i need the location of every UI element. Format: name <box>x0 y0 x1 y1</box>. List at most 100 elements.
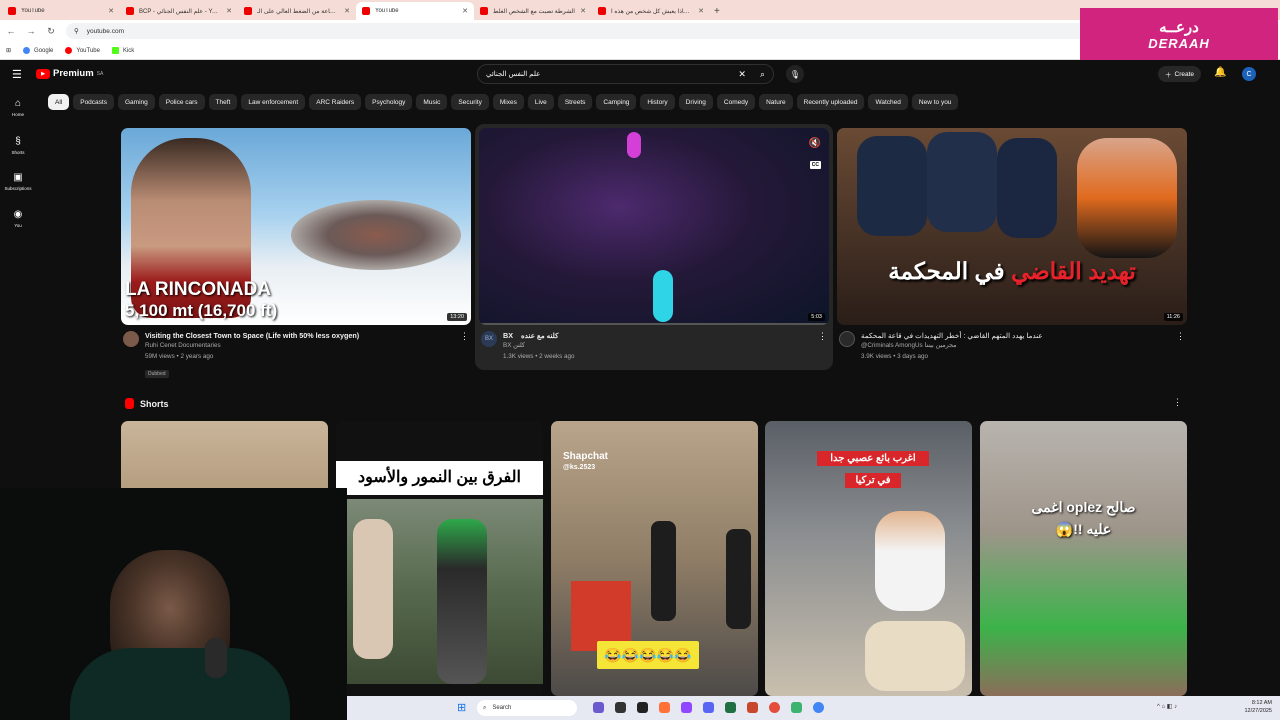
copilot-icon[interactable] <box>593 702 604 713</box>
clear-search-icon[interactable]: ✕ <box>738 69 746 80</box>
video-card[interactable]: تهديد القاضي في المحكمة 11:26 عندما يهدد… <box>837 128 1187 362</box>
search-input[interactable]: علم النفس الجنائي ✕ ⌕ <box>477 64 774 84</box>
filter-chip[interactable]: Comedy <box>716 94 756 110</box>
filter-chip[interactable]: Psychology <box>365 94 413 110</box>
apps-grid-icon[interactable]: ⊞ <box>6 47 11 54</box>
filter-chip[interactable]: Mixes <box>492 94 524 110</box>
video-preview-player[interactable]: 🔇 CC 5:03 <box>479 128 829 325</box>
create-button[interactable]: ＋ Create <box>1158 66 1202 82</box>
more-options-icon[interactable]: ⋮ <box>1173 397 1182 408</box>
filter-chip[interactable]: Podcasts <box>73 94 114 110</box>
discord-icon[interactable] <box>703 702 714 713</box>
account-avatar[interactable]: C <box>1242 67 1256 81</box>
more-options-icon[interactable]: ⋮ <box>1176 331 1185 342</box>
channel-avatar[interactable]: BX <box>481 331 497 347</box>
filter-chip[interactable]: Theft <box>208 94 238 110</box>
firefox-icon[interactable] <box>659 702 670 713</box>
filter-chip[interactable]: History <box>640 94 675 110</box>
filter-chip[interactable]: Music <box>416 94 448 110</box>
filter-chip[interactable]: Nature <box>759 94 793 110</box>
filter-chip[interactable]: All <box>48 94 70 110</box>
start-windows-icon[interactable]: ⊞ <box>457 701 466 714</box>
short-card[interactable]: الفرق بين النمور والأسود <box>336 421 543 696</box>
close-tab-icon[interactable]: ✕ <box>462 7 468 15</box>
new-tab-icon[interactable]: + <box>714 6 720 17</box>
video-title[interactable]: عندما يهدد المتهم القاضي : أخطر التهديدا… <box>861 331 1187 341</box>
twitch-icon[interactable] <box>681 702 692 713</box>
filter-chip[interactable]: Law enforcement <box>241 94 306 110</box>
town-illustration <box>291 200 461 270</box>
mute-icon[interactable]: 🔇 <box>809 138 821 149</box>
app-icon[interactable] <box>791 702 802 713</box>
short-card[interactable]: صالح oplez اغمى عليه !!😱 <box>980 421 1187 696</box>
forward-icon[interactable]: → <box>26 26 36 36</box>
video-card[interactable]: LA RINCONADA 5,100 mt (16,700 ft) 13:20 … <box>121 128 471 380</box>
video-title[interactable]: Visiting the Closest Town to Space (Life… <box>145 331 471 341</box>
video-title[interactable]: BX كلنه مع عنده <box>503 331 829 341</box>
taskbar-clock[interactable]: 8:12 AM 12/27/2025 <box>1244 699 1272 715</box>
back-icon[interactable]: ← <box>6 26 16 36</box>
filter-chip[interactable]: Live <box>527 94 554 110</box>
close-tab-icon[interactable]: ✕ <box>580 7 586 15</box>
more-options-icon[interactable]: ⋮ <box>460 331 469 342</box>
more-options-icon[interactable]: ⋮ <box>818 331 827 342</box>
browser-tab[interactable]: لماذا يعيش كل شخص من هذه ا...✕ <box>592 2 710 20</box>
filter-chip[interactable]: Police cars <box>158 94 205 110</box>
video-card-hovered[interactable]: 🔇 CC 5:03 BX BX كلنه مع عنده BX كلنن 1.3… <box>475 124 833 370</box>
close-tab-icon[interactable]: ✕ <box>698 7 704 15</box>
browser-tab[interactable]: ساعة من الضغط العالي على الـ...✕ <box>238 2 356 20</box>
menu-icon[interactable]: ☰ <box>12 68 22 81</box>
channel-avatar[interactable] <box>839 331 855 347</box>
reload-icon[interactable]: ↻ <box>46 26 56 37</box>
google-icon <box>23 47 31 54</box>
bookmark-google[interactable]: Google <box>23 47 53 54</box>
close-tab-icon[interactable]: ✕ <box>344 7 350 15</box>
browser-tab-active[interactable]: YouTube ✕ <box>356 2 474 20</box>
sidebar-item-you[interactable]: ◉ You <box>0 209 36 228</box>
channel-name[interactable]: Ruhi Cenet Documentaries <box>145 341 471 351</box>
filter-chip[interactable]: Streets <box>557 94 593 110</box>
officer-figure <box>927 132 997 232</box>
sidebar-item-home[interactable]: ⌂ Home <box>0 98 36 117</box>
filter-chip[interactable]: Security <box>451 94 489 110</box>
filter-chip[interactable]: Watched <box>868 94 908 110</box>
taskbar-search-input[interactable]: ⌕ Search <box>477 700 577 716</box>
filter-chip[interactable]: Driving <box>678 94 713 110</box>
preview-progress-bar[interactable] <box>479 323 829 325</box>
chrome-icon[interactable] <box>769 702 780 713</box>
search-icon[interactable]: ⌕ <box>760 69 765 80</box>
filter-chip[interactable]: ARC Raiders <box>309 94 362 110</box>
notifications-bell-icon[interactable]: 🔔 <box>1214 67 1226 78</box>
video-thumbnail[interactable]: تهديد القاضي في المحكمة 11:26 <box>837 128 1187 325</box>
short-card[interactable]: اغرب بائع عصبي جدا في تركيا <box>765 421 972 696</box>
url-input[interactable]: ⚲ youtube.com <box>66 23 1106 39</box>
filter-chip[interactable]: New to you <box>911 94 959 110</box>
channel-name[interactable]: @Criminals AmongUs مجرمين بيننا <box>861 341 1187 351</box>
voice-search-icon[interactable]: 🎙 <box>786 65 804 83</box>
captions-icon[interactable]: CC <box>809 161 821 169</box>
bookmark-kick[interactable]: Kick <box>111 47 134 54</box>
app-icon[interactable] <box>747 702 758 713</box>
sidebar-item-subscriptions[interactable]: ▣ Subscriptions <box>0 172 36 191</box>
youtube-premium-logo[interactable]: ▶ Premium SA <box>36 68 103 79</box>
video-thumbnail[interactable]: LA RINCONADA 5,100 mt (16,700 ft) 13:20 <box>121 128 471 325</box>
steam-icon[interactable] <box>615 702 626 713</box>
sidebar-item-shorts[interactable]: § Shorts <box>0 136 36 155</box>
browser-tab[interactable]: YouTube ✕ <box>2 2 120 20</box>
terminal-icon[interactable] <box>725 702 736 713</box>
browser-tab[interactable]: الشرطة تصبت مع الشخص الغلط ✕ <box>474 2 592 20</box>
chrome-active-icon[interactable] <box>813 702 824 713</box>
filter-chip[interactable]: Recently uploaded <box>796 94 865 110</box>
tray-icons[interactable]: ^ ⌂ ◧ ♪ <box>1157 703 1177 710</box>
channel-name[interactable]: BX كلنن <box>503 341 829 351</box>
filter-chip[interactable]: Camping <box>596 94 637 110</box>
short-card[interactable]: Shapchat @ks.2523 😂😂😂😂😂 <box>551 421 758 696</box>
bookmark-youtube[interactable]: YouTube <box>65 47 100 54</box>
close-tab-icon[interactable]: ✕ <box>226 7 232 15</box>
site-info-icon[interactable]: ⚲ <box>74 27 79 35</box>
close-tab-icon[interactable]: ✕ <box>108 7 114 15</box>
browser-tab[interactable]: BCP - علم النفس الجنائي - YouTube✕ <box>120 2 238 20</box>
channel-avatar[interactable] <box>123 331 139 347</box>
filter-chip[interactable]: Gaming <box>117 94 155 110</box>
epic-icon[interactable] <box>637 702 648 713</box>
